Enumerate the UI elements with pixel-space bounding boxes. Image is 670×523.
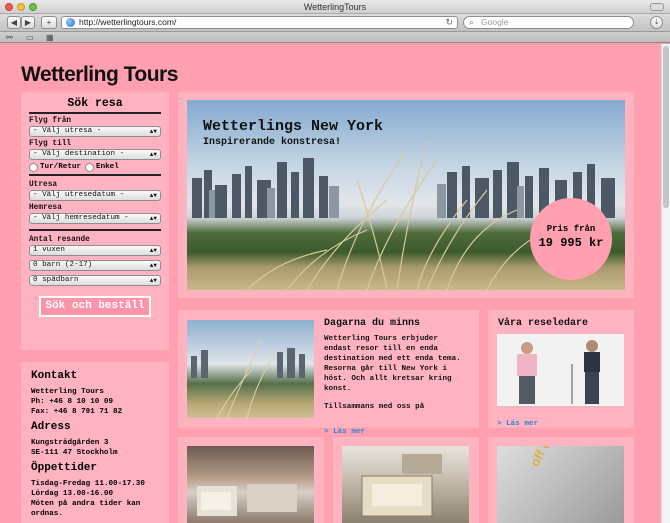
guides-graphic [517,340,600,404]
window-title: WetterlingTours [303,2,367,12]
address-city: SE-111 47 Stockholm [31,449,118,457]
select-arrow-icon: ▲▼ [149,151,157,158]
print-shop-graphic [361,454,442,517]
print-shop-photo [342,446,469,523]
address-bar[interactable]: http://wetterlingtours.com/ ↻ [61,16,458,29]
search-submit-button[interactable]: Sök och beställ [39,296,151,317]
contact-fax: Fax: +46 8 791 71 82 [31,408,123,416]
days-text-4: Resorna går till New York i [324,365,448,373]
bottom-card-2[interactable] [333,437,479,523]
zoom-window-button[interactable] [29,3,37,11]
days-text-6: konst. [324,385,352,393]
price-badge: Pris från 19 995 kr [532,200,610,278]
toolbar-toggle-button[interactable] [650,3,664,11]
bottom-card-3[interactable]: off the wall [488,437,634,523]
downloads-button[interactable]: ⇣ [650,16,663,29]
minimize-window-button[interactable] [17,3,25,11]
window-titlebar: WetterlingTours [0,0,670,14]
add-bookmark-button[interactable]: + [41,16,57,29]
studio-photo [187,446,314,523]
days-text-2: endast resor till en enda [324,345,438,353]
days-read-more-link[interactable]: > Läs mer [324,428,365,436]
bottom-card-1[interactable] [178,437,324,523]
thumbnail-graphic [191,339,305,418]
vertical-scrollbar[interactable] [661,44,670,523]
search-placeholder: Google [481,17,509,27]
select-arrow-icon: ▲▼ [149,192,157,199]
select-arrow-icon: ▲▼ [149,247,157,254]
hero-image: Wetterlings New York Inspirerande konstr… [187,100,625,290]
reload-icon[interactable]: ↻ [445,17,453,28]
roundtrip-label: Tur/Retur [40,163,82,171]
globe-icon [66,18,75,27]
from-select[interactable]: - Välj utresa - ▲▼ [29,126,161,137]
adults-select[interactable]: 1 vuxen ▲▼ [29,245,161,256]
depart-select[interactable]: - Välj utresedatum - ▲▼ [29,190,161,201]
roundtrip-radio[interactable] [29,162,38,172]
hours-note: Möten på andra tider kan [31,500,141,508]
search-panel: Sök resa Flyg från - Välj utresa - ▲▼ Fly… [21,92,169,350]
days-text-3: destination med ett enda tema. [324,355,461,363]
to-select[interactable]: - Välj destination - ▲▼ [29,149,161,160]
url-text: http://wetterlingtours.com/ [79,17,177,27]
search-title: Sök resa [29,97,161,114]
from-label: Flyg från [29,117,72,125]
contact-heading: Kontakt [31,370,78,382]
contact-panel: Kontakt Wetterling Tours Ph: +46 8 10 10… [21,362,169,523]
days-text-5: höst. Och allt kretsar kring [324,375,452,383]
hours-note-2: ordnas. [31,510,63,518]
days-thumbnail[interactable] [187,320,314,418]
hours-weekday: Tisdag-Fredag 11.00-17.30 [31,480,145,488]
to-label: Flyg till [29,140,72,148]
return-select[interactable]: - Välj hemresedatum - ▲▼ [29,213,161,224]
price-value: 19 995 kr [538,236,604,250]
select-arrow-icon: ▲▼ [149,128,157,135]
days-text-1: Wetterling Tours erbjuder [324,335,438,343]
children-select[interactable]: 0 barn (2-17) ▲▼ [29,260,161,271]
wall-photo: off the wall [497,446,624,523]
address-street: Kungsträdgården 3 [31,439,109,447]
search-field[interactable]: ⌕ Google [463,16,634,29]
scroll-thumb[interactable] [663,46,669,208]
infants-select[interactable]: 0 spädbarn ▲▼ [29,275,161,286]
guides-heading: Våra reseledare [498,318,589,329]
search-icon: ⌕ [469,17,475,27]
price-label: Pris från [546,224,596,234]
select-arrow-icon: ▲▼ [149,262,157,269]
trip-type-group: Tur/Retur Enkel [29,162,161,176]
days-card: Dagarna du minns Wetterling Tours erbjud… [178,310,479,436]
select-arrow-icon: ▲▼ [149,215,157,222]
contact-company: Wetterling Tours [31,388,104,396]
contact-phone: Ph: +46 8 10 10 09 [31,398,114,406]
address-heading: Adress [31,421,71,433]
days-text-7: Tillsammans med oss på [324,403,425,411]
reading-list-icon[interactable]: ⚯ [6,32,13,43]
browser-toolbar: ◀ ▶ + http://wetterlingtours.com/ ↻ ⌕ Go… [0,14,670,32]
days-heading: Dagarna du minns [324,318,421,329]
guides-read-more-link[interactable]: > Läs mer [497,420,538,428]
hero-subtitle: Inspirerande konstresa! [203,137,342,148]
oneway-label: Enkel [96,163,119,171]
forward-button[interactable]: ▶ [21,16,35,29]
wall-text: off the wall [527,446,572,469]
depart-label: Utresa [29,181,58,189]
site-logo[interactable]: Wetterling Tours [21,63,178,87]
hours-saturday: Lördag 13.00-16.00 [31,490,114,498]
return-label: Hemresa [29,204,62,212]
top-sites-icon[interactable]: ▦ [46,32,54,43]
hours-heading: Öppettider [31,462,98,474]
select-arrow-icon: ▲▼ [149,277,157,284]
back-button[interactable]: ◀ [7,16,21,29]
bookmarks-icon[interactable]: ▭ [26,32,34,43]
studio-graphic [197,484,297,516]
bookmarks-bar: ⚯ ▭ ▦ [0,32,670,43]
divider [29,229,161,231]
oneway-radio[interactable] [85,162,95,172]
hero-title: Wetterlings New York [203,118,384,135]
hero-banner[interactable]: Wetterlings New York Inspirerande konstr… [178,92,634,298]
guides-photo[interactable] [497,334,624,406]
travelers-label: Antal resande [29,236,90,244]
guides-card: Våra reseledare > Läs mer [488,310,634,428]
close-window-button[interactable] [5,3,13,11]
